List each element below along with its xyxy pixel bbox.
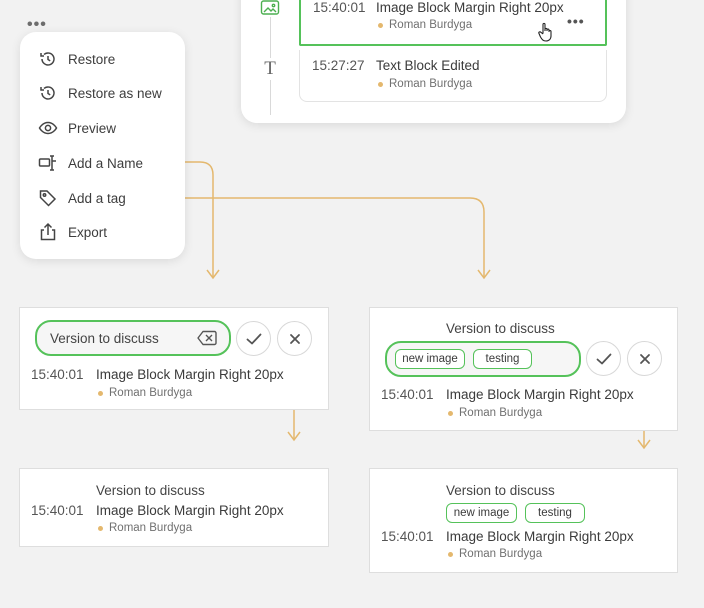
row-time: 15:40:01 <box>381 529 434 544</box>
menu-item-preview[interactable]: Preview <box>38 115 116 141</box>
row-title: Image Block Margin Right 20px <box>96 367 284 382</box>
row-time: 15:40:01 <box>31 503 84 518</box>
menu-item-label: Restore as new <box>68 85 162 101</box>
tag-chip[interactable]: testing <box>473 349 532 369</box>
author-dot <box>98 525 103 531</box>
named-version-card[interactable]: Version to discuss 15:40:01 Image Block … <box>19 468 329 547</box>
tag-input[interactable]: new image testing <box>385 341 581 377</box>
row-time: 15:40:01 <box>381 387 434 402</box>
more-dots-icon[interactable]: ••• <box>567 13 585 29</box>
image-icon <box>260 0 280 17</box>
name-input-value: Version to discuss <box>50 331 159 346</box>
version-history-panel: 15:40:01 Image Block Margin Right 20px R… <box>241 0 626 123</box>
row-author: Roman Burdyga <box>378 78 472 90</box>
row-title: Text Block Edited <box>376 58 480 73</box>
name-edit-card: Version to discuss 15:40:01 Image Block … <box>19 307 329 410</box>
author-name: Roman Burdyga <box>109 522 193 534</box>
tag-edit-card: Version to discuss new image testing 15:… <box>369 307 678 431</box>
row-author: Roman Burdyga <box>448 407 542 419</box>
arrow-add-tag <box>158 197 485 278</box>
row-author: Roman Burdyga <box>98 387 192 399</box>
menu-item-export[interactable]: Export <box>38 219 107 245</box>
menu-item-add-tag[interactable]: Add a tag <box>38 185 126 211</box>
context-menu: Restore Restore as new Preview Add a Nam… <box>20 32 185 259</box>
row-title: Image Block Margin Right 20px <box>446 529 634 544</box>
confirm-tag-button[interactable] <box>586 341 621 376</box>
author-dot <box>98 390 103 396</box>
menu-item-label: Restore <box>68 51 116 67</box>
export-icon <box>40 222 56 241</box>
menu-item-label: Export <box>68 224 108 240</box>
row-author: Roman Burdyga <box>98 522 192 534</box>
history-row-selected[interactable]: 15:40:01 Image Block Margin Right 20px R… <box>299 0 607 46</box>
row-author: Roman Burdyga <box>378 19 472 31</box>
row-title: Image Block Margin Right 20px <box>376 0 564 15</box>
restore-icon <box>40 52 55 66</box>
author-name: Roman Burdyga <box>459 407 543 419</box>
name-input[interactable]: Version to discuss <box>35 320 231 356</box>
row-title: Image Block Margin Right 20px <box>96 503 284 518</box>
close-icon <box>639 353 650 364</box>
version-name: Version to discuss <box>446 483 555 498</box>
eye-icon <box>38 121 58 135</box>
check-icon <box>246 333 261 344</box>
menu-item-label: Preview <box>68 120 117 136</box>
row-time: 15:40:01 <box>31 367 84 382</box>
row-time: 15:40:01 <box>313 0 366 15</box>
menu-item-label: Add a Name <box>68 155 144 171</box>
text-icon: T <box>259 58 281 80</box>
row-title: Image Block Margin Right 20px <box>446 387 634 402</box>
tag-chip[interactable]: new image <box>446 503 517 523</box>
author-name: Roman Burdyga <box>109 387 193 399</box>
menu-item-label: Add a tag <box>68 190 126 206</box>
author-dot <box>378 81 383 87</box>
confirm-name-button[interactable] <box>236 321 271 356</box>
row-time: 15:27:27 <box>312 58 365 73</box>
author-dot <box>448 551 453 557</box>
tag-chip[interactable]: new image <box>395 349 465 369</box>
cancel-tag-button[interactable] <box>627 341 662 376</box>
tag-chip[interactable]: testing <box>525 503 585 523</box>
history-row[interactable]: 15:27:27 Text Block Edited Roman Burdyga <box>299 50 607 102</box>
menu-item-restore[interactable]: Restore <box>38 46 115 72</box>
rename-icon <box>38 155 56 171</box>
check-icon <box>596 353 611 364</box>
version-name: Version to discuss <box>446 321 555 336</box>
row-author: Roman Burdyga <box>448 548 542 560</box>
close-icon <box>289 333 300 344</box>
hand-cursor-icon <box>538 22 554 47</box>
menu-item-add-name[interactable]: Add a Name <box>38 150 143 176</box>
tag-icon <box>39 190 57 207</box>
author-name: Roman Burdyga <box>459 548 543 560</box>
version-name: Version to discuss <box>96 483 205 498</box>
author-dot <box>448 410 453 416</box>
tagged-version-card[interactable]: Version to discuss new image testing 15:… <box>369 468 678 573</box>
author-name: Roman Burdyga <box>389 78 473 90</box>
author-dot <box>378 22 383 28</box>
clear-input-icon[interactable] <box>197 330 217 351</box>
restore-as-new-icon <box>40 86 55 100</box>
cancel-name-button[interactable] <box>277 321 312 356</box>
menu-item-restore-as-new[interactable]: Restore as new <box>38 80 162 106</box>
author-name: Roman Burdyga <box>389 19 473 31</box>
